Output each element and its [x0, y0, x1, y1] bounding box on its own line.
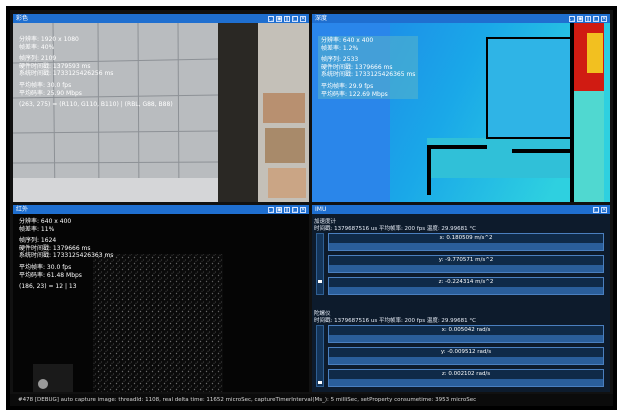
accel-stats: 时间戳: 1379687516 us 平均帧率: 200 fps 温度: 29.…: [314, 226, 477, 232]
color-panel-titlebar: 彩色 ⛶ ▣ ‖ □ ✕: [13, 14, 309, 23]
accel-z-bar: z: -0.224314 m/s^2: [328, 277, 604, 295]
gyro-x-value: x: 0.005042 rad/s: [329, 326, 603, 335]
depth-panel-titlebar: 深度 ⛶ ▣ ‖ □ ✕: [312, 14, 610, 23]
color-fps: 平均帧率: 30.0 fps: [19, 81, 72, 89]
imu-panel-titlebar: IMU □ ✕: [312, 205, 610, 214]
status-bar: #478 [DEBUG] auto capture image: threadI…: [10, 394, 613, 406]
ir-panel-titlebar: 红外 ⛶ ▣ ‖ □ ✕: [13, 205, 309, 214]
gyro-scroll-track[interactable]: [316, 325, 324, 387]
accel-y-bar: y: -9.770571 m/s^2: [328, 255, 604, 273]
snapshot-icon[interactable]: ▣: [276, 206, 282, 213]
close-icon[interactable]: ✕: [300, 206, 306, 213]
ir-frame-index: 帧序列: 1624: [19, 237, 57, 245]
fullscreen-icon[interactable]: ⛶: [569, 15, 575, 22]
ir-panel-title: 红外: [16, 206, 29, 213]
depth-bitrate: 平均码率: 122.69 Mbps: [321, 90, 388, 98]
maximize-icon[interactable]: □: [292, 15, 298, 22]
gyro-scroll-knob[interactable]: [318, 381, 322, 384]
gyro-z-bar: z: 0.002102 rad/s: [328, 369, 604, 387]
close-icon[interactable]: ✕: [601, 15, 607, 22]
ir-bitrate: 平均码率: 61.48 Mbps: [19, 271, 82, 279]
color-frame-index: 帧序列: 2109: [19, 55, 57, 63]
color-panel-title: 彩色: [16, 15, 29, 22]
accel-z-value: z: -0.224314 m/s^2: [329, 278, 603, 287]
fullscreen-icon[interactable]: ⛶: [268, 206, 274, 213]
pause-icon[interactable]: ‖: [284, 15, 290, 22]
depth-info: 分辨率: 640 x 400 帧差率: 1.2% 帧序列: 2533 硬件时间戳…: [318, 36, 419, 100]
maximize-icon[interactable]: □: [593, 206, 599, 213]
color-resolution: 分辨率: 1920 x 1080: [19, 36, 79, 43]
depth-frame-diff: 帧差率: 1.2%: [321, 44, 359, 52]
imu-panel-title: IMU: [315, 206, 327, 213]
color-frame-diff: 帧差率: 40%: [19, 43, 55, 51]
fullscreen-icon[interactable]: ⛶: [268, 15, 274, 22]
depth-resolution: 分辨率: 640 x 400: [321, 37, 374, 44]
color-info: 分辨率: 1920 x 1080 帧差率: 40% 帧序列: 2109 硬件时间…: [19, 36, 173, 109]
pause-icon[interactable]: ‖: [284, 206, 290, 213]
depth-sys-timestamp: 系统时间戳: 1733125426365 ms: [321, 71, 416, 79]
gyro-y-bar: y: -0.009512 rad/s: [328, 347, 604, 365]
ir-info: 分辨率: 640 x 400 帧差率: 11% 帧序列: 1624 硬件时间戳:…: [19, 218, 113, 291]
color-bitrate: 平均码率: 25.90 Mbps: [19, 89, 82, 97]
maximize-icon[interactable]: □: [292, 206, 298, 213]
ir-sys-timestamp: 系统时间戳: 1733125426363 ms: [19, 252, 114, 260]
close-icon[interactable]: ✕: [300, 15, 306, 22]
gyro-x-bar: x: 0.005042 rad/s: [328, 325, 604, 343]
color-pixel-readout: (263, 275) = (R110, G110, B110) | (RBL, …: [19, 101, 173, 109]
ir-panel: 红外 ⛶ ▣ ‖ □ ✕ 分辨率: 640 x 400 帧差率: 11% 帧序列…: [13, 205, 309, 392]
gyro-z-value: z: 0.002102 rad/s: [329, 370, 603, 379]
gyro-stats: 时间戳: 1379687516 us 平均帧率: 200 fps 温度: 29.…: [314, 318, 477, 324]
imu-panel: IMU □ ✕ 加速度计 时间戳: 1379687516 us 平均帧率: 20…: [312, 205, 610, 392]
ir-frame-diff: 帧差率: 11%: [19, 225, 55, 233]
color-panel: 彩色 ⛶ ▣ ‖ □ ✕ 分辨率: 1920 x 1080 帧差率: 40% 帧…: [13, 14, 309, 202]
app-window: 彩色 ⛶ ▣ ‖ □ ✕ 分辨率: 1920 x 1080 帧差率: 40% 帧…: [10, 10, 613, 406]
gyro-y-value: y: -0.009512 rad/s: [329, 348, 603, 357]
accel-y-value: y: -9.770571 m/s^2: [329, 256, 603, 265]
color-sys-timestamp: 系统时间戳: 1733125426256 ms: [19, 70, 114, 78]
accel-scroll-knob[interactable]: [318, 280, 322, 283]
depth-fps: 平均帧率: 29.9 fps: [321, 82, 374, 90]
accel-x-value: x: 0.180509 m/s^2: [329, 234, 603, 243]
depth-panel-title: 深度: [315, 15, 328, 22]
accel-scroll-track[interactable]: [316, 233, 324, 295]
ir-fps: 平均帧率: 30.0 fps: [19, 263, 72, 271]
pause-icon[interactable]: ‖: [585, 15, 591, 22]
maximize-icon[interactable]: □: [593, 15, 599, 22]
snapshot-icon[interactable]: ▣: [577, 15, 583, 22]
ir-pixel-readout: (186, 23) = 12 | 13: [19, 283, 77, 291]
depth-frame-index: 帧序列: 2533: [321, 56, 359, 64]
close-icon[interactable]: ✕: [601, 206, 607, 213]
snapshot-icon[interactable]: ▣: [276, 15, 282, 22]
ir-resolution: 分辨率: 640 x 400: [19, 218, 72, 225]
accel-x-bar: x: 0.180509 m/s^2: [328, 233, 604, 251]
depth-panel: 深度 ⛶ ▣ ‖ □ ✕ 分辨率: 640 x 400 帧差率: 1.2% 帧序…: [312, 14, 610, 202]
